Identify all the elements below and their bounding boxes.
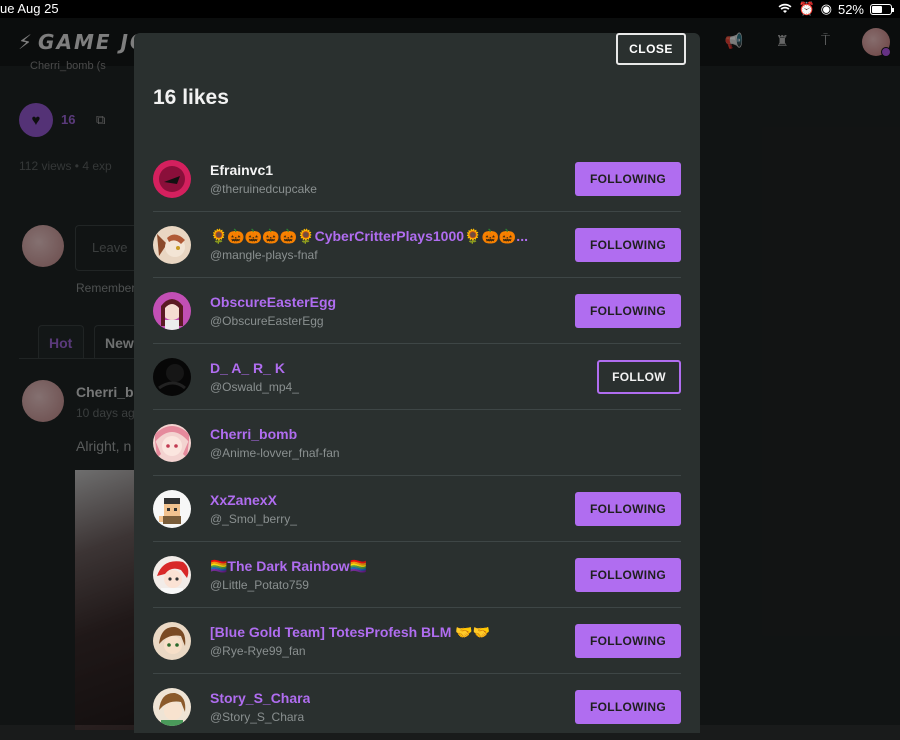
user-avatar[interactable]: [153, 622, 191, 660]
wifi-icon: [778, 2, 792, 17]
user-avatar[interactable]: [153, 358, 191, 396]
list-item: ObscureEasterEgg @ObscureEasterEgg FOLLO…: [153, 278, 681, 344]
user-avatar[interactable]: [153, 688, 191, 726]
user-name[interactable]: Cherri_bomb: [210, 426, 297, 442]
user-handle: @Anime-lovver_fnaf-fan: [210, 446, 340, 460]
list-item: Story_S_Chara @Story_S_Chara FOLLOWING: [153, 674, 681, 740]
user-avatar[interactable]: [153, 556, 191, 594]
list-item: 🏳️‍🌈The Dark Rainbow🏳️‍🌈 @Little_Potato7…: [153, 542, 681, 608]
likes-modal: CLOSE 16 likes Efrainvc1 @theruinedcupca…: [134, 33, 700, 733]
user-handle: @Little_Potato759: [210, 578, 309, 592]
user-handle: @mangle-plays-fnaf: [210, 248, 318, 262]
user-name[interactable]: Efrainvc1: [210, 162, 273, 178]
user-name[interactable]: ObscureEasterEgg: [210, 294, 336, 310]
user-avatar[interactable]: [153, 292, 191, 330]
user-name[interactable]: 🌻🎃🎃🎃🎃🌻CyberCritterPlays1000🌻🎃🎃...: [210, 228, 528, 245]
user-handle: @theruinedcupcake: [210, 182, 317, 196]
status-time: ue Aug 25: [0, 1, 59, 16]
user-handle: @ObscureEasterEgg: [210, 314, 324, 328]
user-name[interactable]: [Blue Gold Team] TotesProfesh BLM 🤝🤝: [210, 624, 490, 641]
status-bar: ue Aug 25 ⏰ ◉ 52%: [0, 0, 900, 18]
battery-percent: 52%: [837, 1, 864, 17]
user-handle: @_Smol_berry_: [210, 512, 297, 526]
likes-list: Efrainvc1 @theruinedcupcake FOLLOWING 🌻🎃…: [153, 146, 681, 740]
user-handle: @Story_S_Chara: [210, 710, 305, 724]
close-button[interactable]: CLOSE: [616, 33, 686, 65]
user-name[interactable]: Story_S_Chara: [210, 690, 310, 706]
user-handle: @Rye-Rye99_fan: [210, 644, 306, 658]
following-button[interactable]: FOLLOWING: [575, 162, 681, 196]
following-button[interactable]: FOLLOWING: [575, 492, 681, 526]
user-avatar[interactable]: [153, 160, 191, 198]
user-name[interactable]: D_ A_ R_ K: [210, 360, 285, 376]
modal-title: 16 likes: [153, 86, 229, 109]
status-icons: ⏰ ◉ 52%: [778, 1, 894, 17]
list-item: Cherri_bomb @Anime-lovver_fnaf-fan: [153, 410, 681, 476]
following-button[interactable]: FOLLOWING: [575, 228, 681, 262]
user-avatar[interactable]: [153, 490, 191, 528]
user-avatar[interactable]: [153, 226, 191, 264]
list-item: 🌻🎃🎃🎃🎃🌻CyberCritterPlays1000🌻🎃🎃... @mangl…: [153, 212, 681, 278]
user-name[interactable]: XxZanexX: [210, 492, 277, 508]
list-item: D_ A_ R_ K @Oswald_mp4_ FOLLOW: [153, 344, 681, 410]
battery-icon: [870, 3, 894, 15]
user-name[interactable]: 🏳️‍🌈The Dark Rainbow🏳️‍🌈: [210, 558, 367, 575]
user-handle: @Oswald_mp4_: [210, 380, 299, 394]
list-item: XxZanexX @_Smol_berry_ FOLLOWING: [153, 476, 681, 542]
following-button[interactable]: FOLLOWING: [575, 690, 681, 724]
following-button[interactable]: FOLLOWING: [575, 624, 681, 658]
following-button[interactable]: FOLLOWING: [575, 558, 681, 592]
follow-button[interactable]: FOLLOW: [597, 360, 681, 394]
user-avatar[interactable]: [153, 424, 191, 462]
list-item: Efrainvc1 @theruinedcupcake FOLLOWING: [153, 146, 681, 212]
orientation-lock-icon: ◉: [820, 1, 832, 16]
following-button[interactable]: FOLLOWING: [575, 294, 681, 328]
list-item: [Blue Gold Team] TotesProfesh BLM 🤝🤝 @Ry…: [153, 608, 681, 674]
alarm-icon: ⏰: [798, 1, 815, 16]
